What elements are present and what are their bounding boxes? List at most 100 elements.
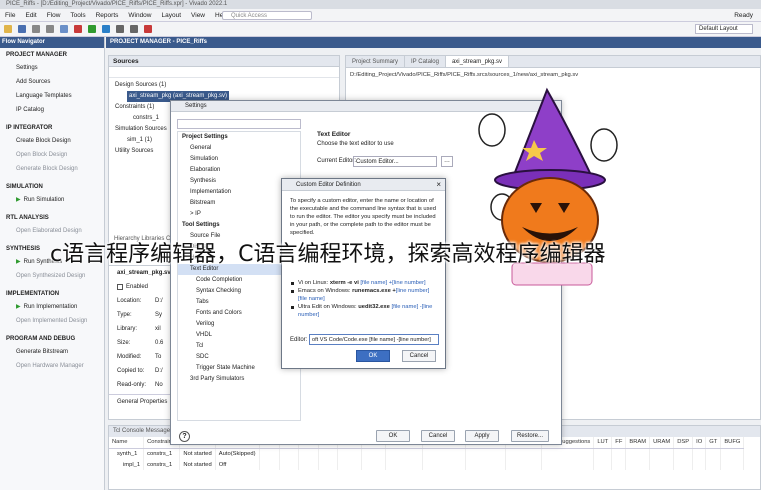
witch-hat-icon <box>510 87 594 182</box>
column-header[interactable]: DSP <box>673 437 694 449</box>
cancel-run-icon[interactable] <box>144 25 152 33</box>
settings-tree-item[interactable]: General <box>178 143 300 154</box>
flow-item-0-0[interactable]: Settings <box>0 61 104 75</box>
run-row-synth[interactable]: synth_1 constrs_1 Not started Auto(Skipped) <box>109 448 745 459</box>
enabled-label: Enabled <box>126 284 149 290</box>
property-key: Type: <box>117 312 132 318</box>
settings-gear-icon[interactable] <box>116 25 124 33</box>
property-value: D:/ <box>155 368 163 374</box>
flow-section-2[interactable]: SIMULATION <box>0 182 104 193</box>
custom-editor-dialog: Custom Editor Definition × To specify a c… <box>281 178 446 369</box>
run-row-impl[interactable]: impl_1 constrs_1 Not started Off <box>109 459 745 470</box>
copy-icon[interactable] <box>60 25 68 33</box>
run-cell <box>705 448 722 459</box>
flow-item-label: Open Synthesized Design <box>16 273 86 279</box>
undo-icon[interactable] <box>32 25 40 33</box>
program-icon[interactable] <box>102 25 110 33</box>
layout-select[interactable]: Default Layout <box>695 24 753 34</box>
menu-file[interactable]: File <box>0 12 20 19</box>
tab-axi-stream-pkg[interactable]: axi_stream_pkg.sv <box>445 56 509 67</box>
settings-tree-item[interactable]: Elaboration <box>178 165 300 176</box>
main-toolbar <box>0 22 761 37</box>
settings-tree-item[interactable]: Simulation <box>178 154 300 165</box>
quick-access-search[interactable]: Quick Access <box>222 11 312 20</box>
run-cell <box>337 459 362 470</box>
delete-icon[interactable] <box>74 25 82 33</box>
column-header[interactable]: URAM <box>649 437 675 449</box>
example-cmd: runemacs.exe + <box>352 288 396 294</box>
run-icon[interactable] <box>88 25 96 33</box>
enabled-checkbox[interactable] <box>117 284 123 290</box>
example-prefix: Ultra Edit on Windows: <box>298 304 359 310</box>
column-header[interactable]: BUFG <box>720 437 745 449</box>
settings-tree-item: Project Settings <box>182 134 228 140</box>
settings-tree-item[interactable]: 3rd Party Simulators <box>178 374 300 385</box>
column-header[interactable]: LUT <box>593 437 613 449</box>
column-header[interactable]: BRAM <box>625 437 651 449</box>
menu-flow[interactable]: Flow <box>42 12 66 19</box>
custom-ok-button[interactable]: OK <box>356 350 390 362</box>
run-cell <box>625 459 651 470</box>
menu-edit[interactable]: Edit <box>20 12 41 19</box>
run-arrow-icon: ▶ <box>16 304 21 310</box>
column-header[interactable]: IO <box>692 437 707 449</box>
settings-restore-button[interactable]: Restore... <box>511 430 549 442</box>
flow-item-6-0[interactable]: Generate Bitstream <box>0 345 104 359</box>
help-icon[interactable]: ? <box>179 431 190 442</box>
run-cell <box>720 459 745 470</box>
flow-item-2-0[interactable]: ▶ Run Simulation <box>0 193 104 207</box>
current-editor-select[interactable]: Custom Editor... <box>353 156 437 167</box>
save-icon[interactable] <box>18 25 26 33</box>
run-cell <box>318 459 338 470</box>
flow-item-0-2[interactable]: Language Templates <box>0 89 104 103</box>
flow-item-1-1[interactable]: Open Block Design <box>0 148 104 162</box>
settings-search-input[interactable] <box>177 119 301 129</box>
tab-ip-catalog[interactable]: IP Catalog <box>405 56 446 67</box>
property-value: No <box>155 382 163 388</box>
flow-section-1[interactable]: IP INTEGRATOR <box>0 123 104 134</box>
column-header[interactable]: GT <box>705 437 722 449</box>
flow-section-6[interactable]: PROGRAM AND DEBUG <box>0 334 104 345</box>
current-editor-browse-button[interactable]: … <box>441 156 453 167</box>
flow-item-5-1[interactable]: Open Implemented Design <box>0 314 104 328</box>
flow-item-0-3[interactable]: IP Catalog <box>0 103 104 117</box>
menu-view[interactable]: View <box>186 12 210 19</box>
editor-command-input[interactable]: oft VS Code/Code.exe [file name] -[line … <box>309 334 439 345</box>
close-icon[interactable]: × <box>436 179 441 191</box>
flow-item-1-2[interactable]: Generate Block Design <box>0 162 104 176</box>
settings-ok-button[interactable]: OK <box>376 430 410 442</box>
flow-item-0-1[interactable]: Add Sources <box>0 75 104 89</box>
flow-item-label: Open Hardware Manager <box>16 363 84 369</box>
flow-item-1-0[interactable]: Create Block Design <box>0 134 104 148</box>
sigma-icon[interactable] <box>130 25 138 33</box>
run-cell <box>361 459 386 470</box>
menu-tools[interactable]: Tools <box>65 12 90 19</box>
tree-design-sources[interactable]: Design Sources (1) <box>115 80 339 91</box>
flow-section-3[interactable]: RTL ANALYSIS <box>0 213 104 224</box>
flow-section-5[interactable]: IMPLEMENTATION <box>0 289 104 300</box>
run-cell <box>611 459 627 470</box>
flow-item-4-1[interactable]: Open Synthesized Design <box>0 269 104 283</box>
column-header[interactable]: Name <box>109 437 145 449</box>
editor-example: Ultra Edit on Windows: uedit32.exe [file… <box>290 303 439 319</box>
flow-item-5-0[interactable]: ▶ Run Implementation <box>0 300 104 314</box>
run-cell <box>692 448 707 459</box>
column-header[interactable]: FF <box>611 437 627 449</box>
project-manager-header: PROJECT MANAGER - PICE_Riffs <box>106 37 761 48</box>
settings-cancel-button[interactable]: Cancel <box>421 430 455 442</box>
flow-section-0[interactable]: PROJECT MANAGER <box>0 50 104 61</box>
tab-project-summary[interactable]: Project Summary <box>346 56 406 67</box>
run-cell <box>337 448 362 459</box>
open-icon[interactable] <box>4 25 12 33</box>
article-caption: c语言程序编辑器，C语言编程环境，探索高效程序编辑器 <box>50 242 606 267</box>
settings-apply-button[interactable]: Apply <box>465 430 499 442</box>
menu-layout[interactable]: Layout <box>157 12 187 19</box>
run-cell <box>541 459 595 470</box>
custom-cancel-button[interactable]: Cancel <box>402 350 436 362</box>
redo-icon[interactable] <box>46 25 54 33</box>
flow-item-6-1[interactable]: Open Hardware Manager <box>0 359 104 373</box>
menu-window[interactable]: Window <box>123 12 156 19</box>
property-value: D:/ <box>155 298 163 304</box>
menu-reports[interactable]: Reports <box>91 12 124 19</box>
run-cell <box>298 448 320 459</box>
